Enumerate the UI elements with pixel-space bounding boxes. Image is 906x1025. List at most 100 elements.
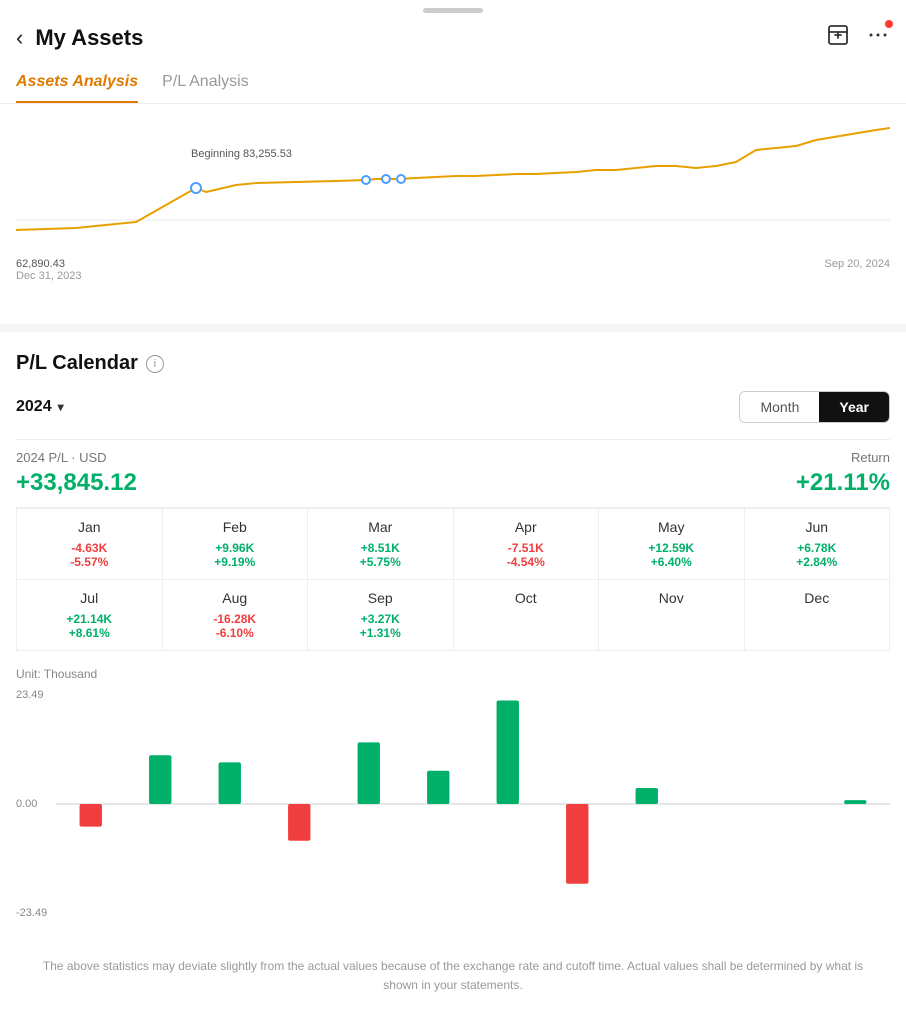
month-name: Nov xyxy=(607,590,736,606)
chart-start-value: 62,890.43 xyxy=(16,258,81,270)
pl-calendar-header: P/L Calendar i xyxy=(16,352,890,375)
pl-left: 2024 P/L · USD +33,845.12 xyxy=(16,450,137,497)
month-cell-feb: Feb +9.96K+9.19% xyxy=(163,509,309,580)
selected-year: 2024 xyxy=(16,398,52,416)
bar-jan xyxy=(80,804,102,827)
month-cell-jul: Jul +21.14K+8.61% xyxy=(17,580,163,651)
month-pct-value: +1.31% xyxy=(316,626,445,640)
month-cell-sep: Sep +3.27K+1.31% xyxy=(308,580,454,651)
month-name: Jun xyxy=(753,519,882,535)
tab-pl-analysis[interactable]: P/L Analysis xyxy=(162,63,249,103)
bar-dec xyxy=(844,800,866,804)
pl-calendar-section: P/L Calendar i 2024 ▾ Month Year 2024 P/… xyxy=(0,332,906,651)
chart-start-date: Dec 31, 2023 xyxy=(16,270,81,282)
assets-chart: Beginning 83,255.53 62,890.43 Dec 31, 20… xyxy=(0,104,906,284)
tab-bar: Assets Analysis P/L Analysis xyxy=(0,63,906,104)
month-cell-aug: Aug -16.28K-6.10% xyxy=(163,580,309,651)
back-button[interactable]: ‹ xyxy=(16,25,23,51)
month-pl-value: +12.59K xyxy=(607,541,736,555)
month-pct-value: -5.57% xyxy=(25,555,154,569)
month-cell-may: May +12.59K+6.40% xyxy=(599,509,745,580)
page-title: My Assets xyxy=(35,25,143,51)
chart-start: 62,890.43 Dec 31, 2023 xyxy=(16,258,81,282)
chart-end: Sep 20, 2024 xyxy=(825,258,890,282)
line-chart-svg xyxy=(16,120,890,250)
month-cell-nov: Nov xyxy=(599,580,745,651)
return-value: +21.11% xyxy=(796,469,890,497)
bar-jun xyxy=(427,771,449,804)
unit-label: Unit: Thousand xyxy=(16,667,890,681)
month-pl-value: +8.51K xyxy=(316,541,445,555)
month-name: Oct xyxy=(462,590,591,606)
month-pl-value: +6.78K xyxy=(753,541,882,555)
bar-chart-section: Unit: Thousand 23.49 0.00 -23.49 xyxy=(0,651,906,919)
month-pct-value: +5.75% xyxy=(316,555,445,569)
share-icon[interactable] xyxy=(826,23,850,53)
notification-badge xyxy=(885,20,893,28)
view-toggle: Month Year xyxy=(739,391,890,423)
month-toggle[interactable]: Month xyxy=(740,392,819,422)
disclaimer-text: The above statistics may deviate slightl… xyxy=(43,959,863,992)
chart-end-date: Sep 20, 2024 xyxy=(825,258,890,270)
header: ‹ My Assets xyxy=(0,13,906,63)
month-name: Apr xyxy=(462,519,591,535)
month-pl-value: +21.14K xyxy=(25,612,154,626)
month-name: Jan xyxy=(25,519,154,535)
month-name: Jul xyxy=(25,590,154,606)
header-right xyxy=(826,23,890,53)
pl-calendar-title: P/L Calendar xyxy=(16,352,138,375)
y-max-label: 23.49 xyxy=(16,689,54,701)
beginning-label: Beginning 83,255.53 xyxy=(191,148,292,160)
bar-jul xyxy=(497,701,519,804)
tab-assets-analysis[interactable]: Assets Analysis xyxy=(16,63,138,103)
month-pl-value: +9.96K xyxy=(171,541,300,555)
bar-chart-svg xyxy=(56,689,890,919)
year-selector[interactable]: 2024 ▾ xyxy=(16,398,64,416)
month-name: May xyxy=(607,519,736,535)
month-pl-value: -16.28K xyxy=(171,612,300,626)
bar-may xyxy=(358,742,380,804)
month-name: Aug xyxy=(171,590,300,606)
month-pct-value: +8.61% xyxy=(25,626,154,640)
year-dropdown-arrow: ▾ xyxy=(58,400,64,414)
bar-aug xyxy=(566,804,588,884)
bar-feb xyxy=(149,755,171,804)
bar-apr xyxy=(288,804,310,841)
month-name: Feb xyxy=(171,519,300,535)
y-zero-label: 0.00 xyxy=(16,798,54,810)
month-pct-value: -4.54% xyxy=(462,555,591,569)
bar-sep xyxy=(636,788,658,804)
month-cell-oct: Oct xyxy=(454,580,600,651)
month-pct-value: -6.10% xyxy=(171,626,300,640)
info-icon[interactable]: i xyxy=(146,355,164,373)
monthly-grid: Jan-4.63K-5.57%Feb+9.96K+9.19%Mar+8.51K+… xyxy=(16,508,890,651)
bar-mar xyxy=(219,762,241,804)
month-cell-jun: Jun +6.78K+2.84% xyxy=(745,509,891,580)
pl-label: 2024 P/L · USD xyxy=(16,450,137,465)
controls-row: 2024 ▾ Month Year xyxy=(16,391,890,423)
month-pct-value: +9.19% xyxy=(171,555,300,569)
month-pl-value: +3.27K xyxy=(316,612,445,626)
pl-summary: 2024 P/L · USD +33,845.12 Return +21.11% xyxy=(16,439,890,508)
month-cell-mar: Mar +8.51K+5.75% xyxy=(308,509,454,580)
month-cell-jan: Jan -4.63K-5.57% xyxy=(17,509,163,580)
month-cell-dec: Dec xyxy=(745,580,891,651)
month-pl-value: -4.63K xyxy=(25,541,154,555)
month-pct-value: +2.84% xyxy=(753,555,882,569)
month-name: Mar xyxy=(316,519,445,535)
disclaimer: The above statistics may deviate slightl… xyxy=(0,927,906,1025)
month-name: Sep xyxy=(316,590,445,606)
more-menu-icon[interactable] xyxy=(866,23,890,53)
month-name: Dec xyxy=(753,590,882,606)
month-cell-apr: Apr -7.51K-4.54% xyxy=(454,509,600,580)
pl-right: Return +21.11% xyxy=(796,450,890,497)
y-min-label: -23.49 xyxy=(16,907,54,919)
year-toggle[interactable]: Year xyxy=(819,392,889,422)
bar-chart-wrap: 23.49 0.00 -23.49 xyxy=(16,689,890,919)
month-pl-value: -7.51K xyxy=(462,541,591,555)
return-label: Return xyxy=(796,450,890,465)
month-pct-value: +6.40% xyxy=(607,555,736,569)
header-left: ‹ My Assets xyxy=(16,25,143,51)
pl-value: +33,845.12 xyxy=(16,469,137,497)
section-divider xyxy=(0,324,906,332)
